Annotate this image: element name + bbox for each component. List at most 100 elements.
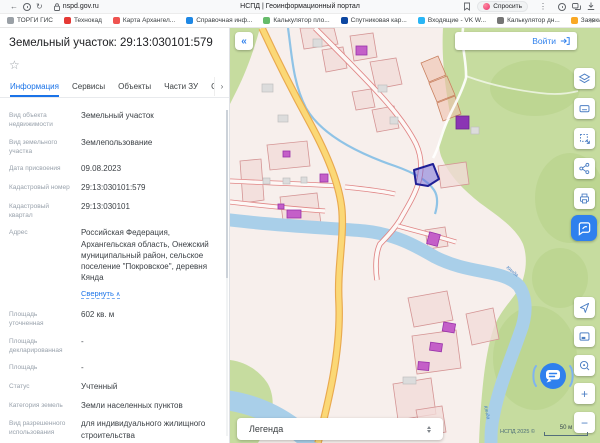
field-row: Вид земельного участка Землепользование [9, 137, 219, 156]
map-viewport[interactable]: Кянда Кянда « Войти + − Легенда НСПД 202… [230, 28, 600, 443]
field-value: - [81, 336, 84, 346]
field-value: Учтенный [81, 381, 118, 391]
collapse-panel-button[interactable]: « [235, 32, 253, 50]
bookmark-icon[interactable] [463, 2, 471, 11]
login-button[interactable]: Войти [455, 32, 577, 50]
field-row: Кадастровый квартал 29:13:030101 [9, 201, 219, 220]
field-value: 09.08.2023 [81, 164, 122, 174]
select-area-icon [579, 133, 590, 144]
field-row: Статус Учтенный [9, 381, 219, 392]
panel-scrollbar-thumb[interactable] [226, 110, 228, 278]
panel-tabs: › Информация Сервисы Объекты Части ЗУ Со… [0, 77, 229, 98]
panel-tab[interactable]: Информация [10, 77, 59, 97]
profile-icon[interactable] [558, 2, 566, 11]
refresh-icon[interactable]: ↻ [36, 2, 43, 11]
field-value: - [81, 363, 84, 373]
map-scale: 50 м [544, 425, 588, 437]
address-bar[interactable]: nspd.gov.ru [53, 2, 99, 11]
field-label: Вид разрешенного использования [9, 420, 66, 437]
favicon [497, 17, 505, 24]
browser-window: ← ↻ nspd.gov.ru НСПД | Геоинформационный… [0, 0, 600, 443]
field-value: Землепользование [81, 137, 153, 147]
menu-dots-icon[interactable]: ⋮ [539, 2, 547, 11]
bookmark-item[interactable]: Справочная инф... [186, 17, 252, 24]
field-label: Категория земель [9, 401, 63, 409]
favicon [340, 17, 348, 24]
field-label: Статус [9, 382, 30, 390]
favicon [570, 17, 578, 24]
favicon [7, 17, 14, 24]
legend-toggle[interactable]: Легенда [237, 418, 443, 440]
bookmark-item[interactable]: Технокад [63, 17, 102, 24]
locate-me-button[interactable] [574, 297, 595, 318]
ask-button[interactable]: Спросить [477, 1, 528, 12]
basemap-switcher-button[interactable] [574, 326, 595, 347]
bookmark-item[interactable]: Калькулятор пло... [263, 17, 330, 24]
comment-draw-icon [578, 221, 590, 236]
zoom-in-button[interactable]: + [574, 383, 595, 404]
coordinate-search-button[interactable] [574, 355, 595, 376]
field-label: Адрес [9, 229, 28, 237]
measure-area-tool-button[interactable] [574, 128, 595, 149]
parcel-info-panel: Земельный участок: 29:13:030101:579 ☆ › … [0, 28, 230, 443]
bookmark-item[interactable]: ТОРГИ ГИС [7, 17, 53, 24]
panel-tab[interactable]: Объекты [118, 77, 151, 97]
field-label: Вид объекта недвижимости [9, 112, 53, 129]
field-row: Категория земель Земли населенных пункто… [9, 400, 219, 411]
bookmark-item[interactable]: Входящие - VK W... [417, 17, 486, 24]
assistant-icon [483, 3, 491, 10]
field-row: Площадь декларированная - [9, 336, 219, 355]
lock-icon [53, 2, 60, 11]
field-value: для индивидуального жилищного строительс… [81, 419, 206, 440]
favorite-star-icon[interactable]: ☆ [9, 58, 20, 72]
field-row: Вид объекта недвижимости Земельный участ… [9, 110, 219, 129]
field-label: Площадь декларированная [9, 337, 63, 354]
field-label: Кадастровый номер [9, 184, 70, 192]
field-label: Дата присвоения [9, 165, 61, 173]
feedback-tool-button-active[interactable] [571, 215, 597, 241]
chat-panels-icon[interactable] [572, 2, 581, 11]
bookmark-item[interactable]: Заявки [570, 17, 600, 24]
collapse-address-link[interactable]: Свернуть [81, 289, 121, 300]
tabs-scroll-right-icon[interactable]: › [214, 77, 229, 96]
browser-chrome: ← ↻ nspd.gov.ru НСПД | Геоинформационный… [0, 0, 600, 14]
target-search-icon [579, 360, 590, 371]
share-tool-button[interactable] [574, 158, 595, 179]
bookmark-item[interactable]: Спутниковая кар... [340, 17, 407, 24]
favicon [186, 17, 194, 24]
bookmark-item[interactable]: Калькулятор дн... [497, 17, 560, 24]
bookmarks-overflow-icon[interactable]: » [590, 16, 594, 25]
protect-icon[interactable] [23, 2, 31, 11]
field-value: Земельный участок [81, 111, 154, 120]
back-icon[interactable]: ← [10, 2, 18, 11]
field-label: Площадь [9, 364, 38, 372]
layers-tool-button[interactable] [574, 68, 595, 89]
field-label: Вид земельного участка [9, 138, 58, 155]
panel-tab[interactable]: Части ЗУ [164, 77, 198, 97]
field-value: Земли населенных пунктов [81, 400, 183, 410]
field-row: Кадастровый номер 29:13:030101:579 [9, 182, 219, 193]
field-row: Адрес Российская Федерация, Архангельска… [9, 227, 219, 301]
url-text: nspd.gov.ru [62, 3, 99, 10]
field-row: Вид разрешенного использования для индив… [9, 418, 219, 440]
favicon [112, 17, 120, 24]
field-label: Кадастровый квартал [9, 202, 50, 219]
favicon [263, 17, 271, 24]
field-value: 29:13:030101:579 [81, 183, 146, 193]
panels-tool-button[interactable] [574, 98, 595, 119]
chat-fab-button[interactable] [531, 361, 575, 391]
field-value: 29:13:030101 [81, 201, 130, 211]
panel-tab[interactable]: Сервисы [72, 77, 105, 97]
basemap-icon [579, 332, 590, 341]
field-row: Площадь уточненная 602 кв. м [9, 309, 219, 328]
field-value: Российская Федерация, Архангельская обла… [81, 228, 209, 283]
legend-expand-icon [427, 425, 431, 433]
share-icon [579, 162, 590, 175]
print-tool-button[interactable] [574, 188, 595, 209]
favicon [63, 17, 71, 24]
bookmark-item[interactable]: Карта Архангел... [112, 17, 175, 24]
field-value: 602 кв. м [81, 309, 115, 319]
field-row: Площадь - [9, 362, 219, 373]
navigation-arrow-icon [579, 302, 590, 313]
download-icon[interactable] [587, 2, 595, 11]
